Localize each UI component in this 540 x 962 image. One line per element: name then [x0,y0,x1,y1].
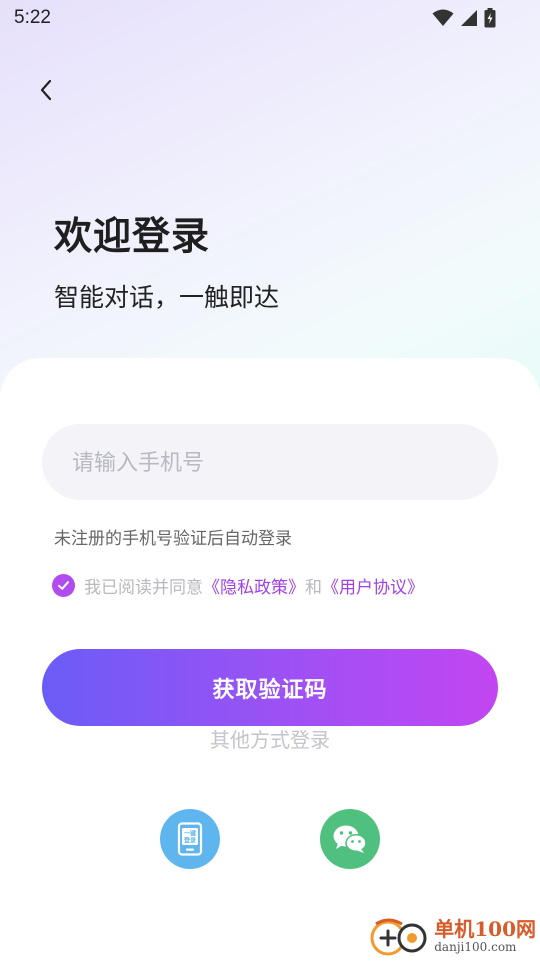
phone-input[interactable] [70,424,474,502]
get-code-button[interactable]: 获取验证码 [42,649,498,726]
phone-input-container [42,424,498,502]
page-subtitle: 智能对话，一触即达 [54,283,280,312]
onekey-icon-text-1: 一键 [184,829,197,837]
privacy-policy-link[interactable]: 《隐私政策》 [203,573,305,598]
watermark-url: danji100.com [434,940,517,954]
register-hint: 未注册的手机号验证后自动登录 [54,529,292,549]
wechat-icon [333,825,367,853]
page-title: 欢迎登录 [54,214,211,258]
agreement-checkbox[interactable] [52,574,75,597]
watermark-logo [368,914,432,958]
status-bar: 5:22 [0,0,540,36]
phone-onekey-icon: 一键 登录 [177,822,203,856]
check-icon [58,581,69,590]
agreement-conjunction: 和 [305,578,322,598]
onekey-login-button[interactable]: 一键 登录 [160,809,220,869]
back-button[interactable] [28,72,64,108]
battery-charging-icon [484,8,496,28]
agreement-row: 我已阅读并同意 《隐私政策》 和 《用户协议》 [52,573,424,598]
status-time: 5:22 [14,7,51,28]
signal-icon [461,10,477,26]
onekey-icon-text-2: 登录 [183,836,196,844]
chevron-left-icon [40,79,52,101]
agreement-prefix: 我已阅读并同意 [84,578,203,598]
wechat-login-button[interactable] [320,809,380,869]
user-agreement-link[interactable]: 《用户协议》 [322,573,424,598]
site-watermark: 单机100网 danji100.com [368,914,536,958]
other-login-label: 其他方式登录 [210,728,330,752]
watermark-name: 单机100网 [434,917,536,941]
status-icons [432,8,496,28]
wifi-icon [432,9,454,26]
